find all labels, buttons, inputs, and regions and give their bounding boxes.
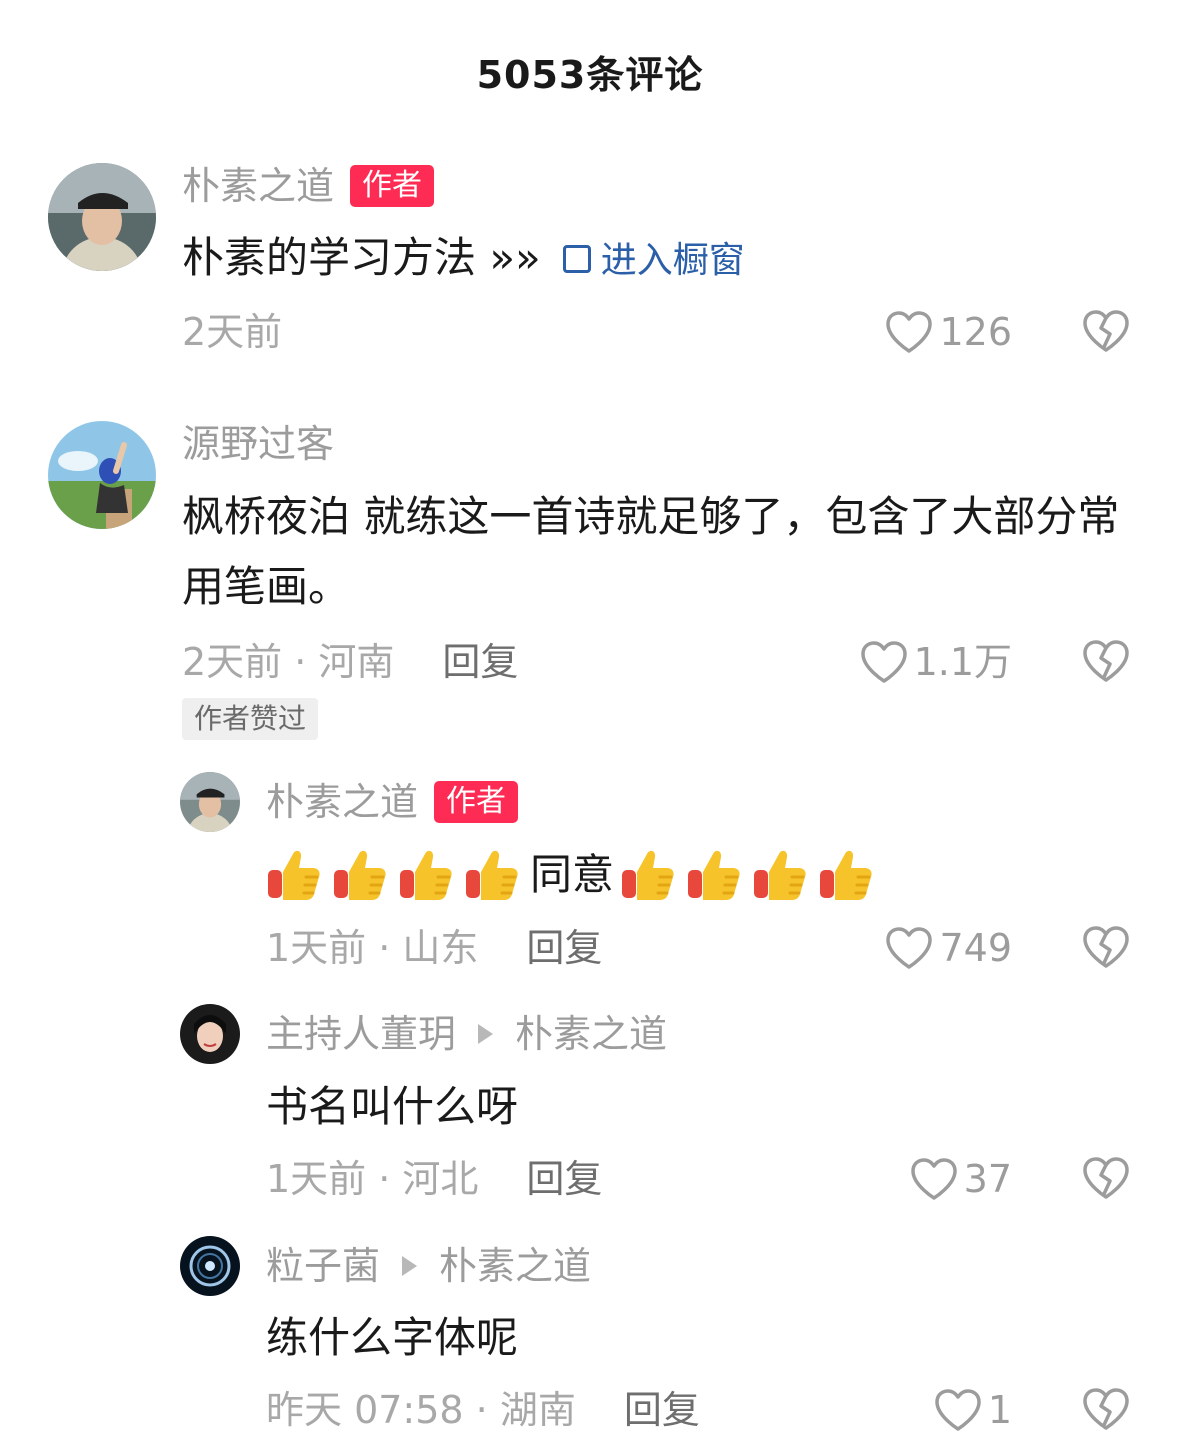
thumbs-up-emoji (686, 846, 742, 902)
dislike-heart-icon[interactable] (1082, 925, 1130, 969)
reply-arrow-icon (478, 1023, 494, 1044)
like-count: 37 (963, 1157, 1012, 1201)
reply-to-username[interactable]: 朴素之道 (439, 1244, 591, 1288)
comment-text: 枫桥夜泊 就练这一首诗就足够了，包含了大部分常用笔画。 (182, 492, 1120, 611)
thumbs-up-emoji (332, 846, 388, 902)
heart-icon (910, 1157, 958, 1201)
reply-text-body: 同意 (530, 850, 615, 899)
like-button[interactable]: 749 (860, 924, 1012, 972)
dislike-heart-icon[interactable] (1082, 1156, 1130, 1200)
dislike-heart-icon[interactable] (1082, 309, 1130, 353)
meta-time-location: 1天前 · 山东 (266, 926, 479, 970)
like-count: 1.1万 (913, 640, 1012, 684)
meta-time-location: 1天前 · 河北 (266, 1157, 479, 1201)
thumbs-up-emoji (752, 846, 808, 902)
username[interactable]: 源野过客 (182, 420, 334, 468)
thumbs-up-emoji (620, 846, 676, 902)
like-button[interactable]: 1 (900, 1386, 1012, 1434)
username-text[interactable]: 朴素之道 (182, 164, 334, 208)
username[interactable]: 粒子菌 朴素之道 (266, 1242, 591, 1290)
author-liked-badge: 作者赞过 (182, 698, 319, 740)
like-button[interactable]: 1.1万 (820, 638, 1012, 686)
reply-meta: 昨天 07:58 · 湖南 回复 (266, 1386, 700, 1434)
username[interactable]: 朴素之道 作者 (266, 778, 519, 826)
reply-text: 同意 (266, 840, 1146, 910)
comment-text: 朴素的学习方法 »» 进入橱窗 (182, 223, 1142, 296)
avatar[interactable] (180, 772, 240, 832)
author-badge: 作者 (350, 164, 435, 207)
reply-meta: 1天前 · 山东 回复 (266, 924, 602, 972)
like-count: 1 (987, 1388, 1012, 1432)
comment-meta: 2天前 (182, 310, 283, 354)
thumbs-up-emoji (266, 846, 322, 902)
avatar[interactable] (180, 1004, 240, 1064)
reply-button[interactable]: 回复 (624, 1388, 700, 1432)
reply-to-username[interactable]: 朴素之道 (515, 1012, 667, 1056)
comment-count-title: 5053条评论 (476, 53, 704, 97)
dislike-heart-icon[interactable] (1082, 1387, 1130, 1431)
shop-link-label[interactable]: 进入橱窗 (601, 240, 745, 281)
username[interactable]: 朴素之道 作者 (182, 162, 435, 210)
reply-button[interactable]: 回复 (526, 1157, 602, 1201)
username[interactable]: 主持人董玥 朴素之道 (266, 1010, 667, 1058)
reply-arrow-icon (402, 1255, 418, 1276)
shop-icon (562, 245, 591, 273)
reply-meta: 1天前 · 河北 回复 (266, 1155, 602, 1203)
avatar[interactable] (180, 1236, 240, 1296)
author-badge: 作者 (434, 780, 519, 823)
heart-icon (934, 1388, 982, 1432)
reply-button[interactable]: 回复 (526, 926, 602, 970)
comment-text-body: 朴素的学习方法 »» (182, 233, 541, 282)
thumbs-up-emoji (818, 846, 874, 902)
like-count: 126 (939, 310, 1012, 354)
avatar[interactable] (48, 163, 156, 271)
heart-icon (860, 640, 908, 684)
username-text[interactable]: 粒子菌 (266, 1244, 380, 1288)
like-button[interactable]: 37 (880, 1155, 1012, 1203)
username-text[interactable]: 主持人董玥 (266, 1012, 456, 1056)
like-button[interactable]: 126 (860, 308, 1012, 356)
thumbs-up-emoji (398, 846, 454, 902)
meta-time-location: 昨天 07:58 · 湖南 (266, 1388, 576, 1432)
comment-meta: 2天前 · 河南 回复 (182, 638, 518, 686)
heart-icon (885, 926, 933, 970)
reply-text: 书名叫什么呀 (266, 1082, 519, 1131)
thumbs-up-emoji (464, 846, 520, 902)
avatar[interactable] (48, 421, 156, 529)
reply-button[interactable]: 回复 (442, 640, 518, 684)
heart-icon (885, 310, 933, 354)
username-text[interactable]: 朴素之道 (266, 780, 418, 824)
meta-time-location: 2天前 · 河南 (182, 640, 395, 684)
reply-text: 练什么字体呢 (266, 1313, 519, 1362)
shop-link[interactable]: 进入橱窗 (562, 240, 745, 281)
like-count: 749 (939, 926, 1012, 970)
dislike-heart-icon[interactable] (1082, 639, 1130, 683)
